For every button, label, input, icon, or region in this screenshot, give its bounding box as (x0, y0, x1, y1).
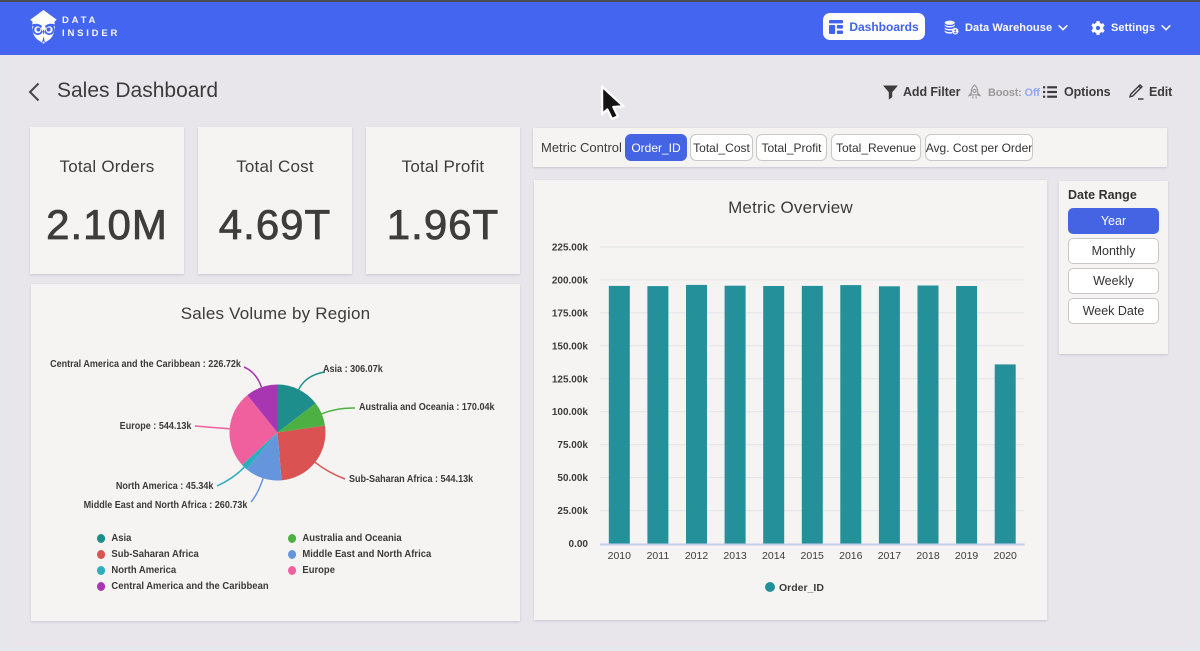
svg-text:0.00: 0.00 (569, 539, 589, 550)
svg-text:100.00k: 100.00k (552, 407, 589, 418)
svg-text:2017: 2017 (878, 550, 902, 562)
svg-text:150.00k: 150.00k (552, 341, 589, 352)
svg-text:2019: 2019 (955, 550, 979, 562)
svg-text:2013: 2013 (723, 550, 747, 562)
svg-text:Order_ID: Order_ID (779, 582, 824, 594)
svg-text:2020: 2020 (994, 550, 1018, 562)
svg-text:2016: 2016 (839, 550, 863, 562)
svg-text:125.00k: 125.00k (552, 374, 589, 385)
svg-text:25.00k: 25.00k (557, 506, 588, 517)
svg-text:225.00k: 225.00k (552, 243, 589, 254)
svg-text:2011: 2011 (647, 550, 670, 562)
svg-text:175.00k: 175.00k (552, 308, 589, 319)
svg-text:2018: 2018 (916, 550, 940, 562)
svg-text:75.00k: 75.00k (557, 440, 588, 451)
svg-text:2010: 2010 (608, 550, 632, 562)
svg-text:2015: 2015 (801, 550, 825, 562)
svg-text:2014: 2014 (762, 550, 786, 562)
svg-text:2012: 2012 (685, 550, 709, 562)
svg-text:200.00k: 200.00k (552, 275, 589, 286)
svg-text:50.00k: 50.00k (557, 473, 588, 484)
